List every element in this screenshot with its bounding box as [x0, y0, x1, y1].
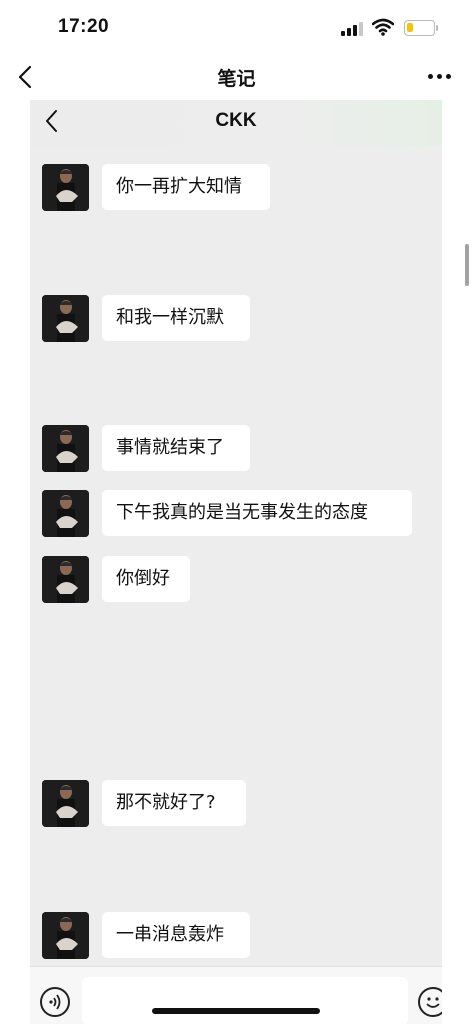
- avatar[interactable]: [42, 490, 89, 537]
- incoming-message-bubble[interactable]: 和我一样沉默: [102, 295, 250, 341]
- note-nav-bar: 笔记: [0, 56, 473, 100]
- avatar[interactable]: [42, 425, 89, 472]
- input-bar: [30, 966, 442, 1024]
- avatar[interactable]: [42, 295, 89, 342]
- page-title: 笔记: [217, 68, 256, 90]
- signal-icon: [341, 22, 365, 36]
- scrollbar[interactable]: [465, 244, 469, 286]
- incoming-message-bubble[interactable]: 下午我真的是当无事发生的态度: [102, 490, 412, 536]
- avatar[interactable]: [42, 164, 89, 211]
- chat-screenshot: CKK 你一再扩大知情那你让我怎么办和我一样沉默我不理我 我就一直保持沉默?事情…: [30, 100, 442, 1024]
- incoming-message-bubble[interactable]: 事情就结束了: [102, 425, 250, 471]
- avatar[interactable]: [42, 556, 89, 603]
- battery-icon: [404, 20, 438, 36]
- status-bar: 17:20: [0, 0, 473, 56]
- incoming-message-bubble[interactable]: 你一再扩大知情: [102, 164, 270, 210]
- voice-icon[interactable]: [40, 987, 70, 1017]
- ellipsis-icon[interactable]: [426, 74, 454, 82]
- message-input[interactable]: [82, 977, 408, 1024]
- incoming-message-bubble[interactable]: 你倒好: [102, 556, 190, 602]
- battery-level: [407, 23, 413, 32]
- status-time: 17:20: [58, 16, 110, 37]
- incoming-message-bubble[interactable]: 那不就好了?: [102, 780, 246, 826]
- chat-title: CKK: [215, 110, 257, 131]
- home-indicator[interactable]: [152, 1008, 320, 1014]
- wifi-icon: [372, 18, 394, 36]
- chat-header: CKK: [30, 100, 442, 146]
- avatar[interactable]: [42, 780, 89, 827]
- avatar[interactable]: [42, 912, 89, 959]
- incoming-message-bubble[interactable]: 一串消息轰炸: [102, 912, 250, 958]
- emoji-icon[interactable]: [418, 987, 442, 1017]
